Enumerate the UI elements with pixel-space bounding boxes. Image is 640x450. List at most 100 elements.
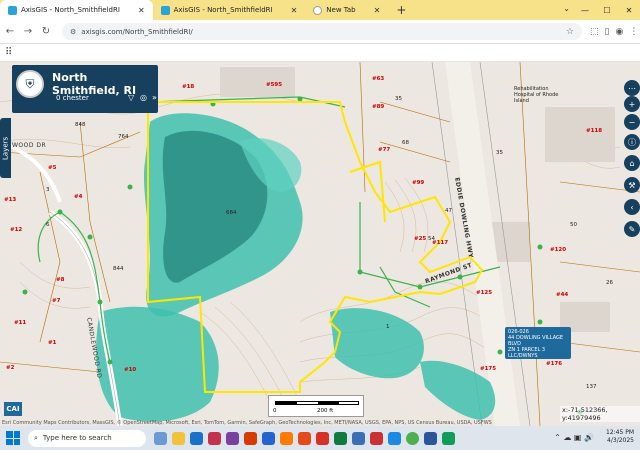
parcel-label: #12 [10,227,23,233]
browser-tab-3[interactable]: New Tab ✕ [305,0,388,20]
windows-start-icon[interactable] [6,431,20,445]
zoom-out-icon[interactable]: − [624,114,640,130]
app-icon[interactable] [388,431,401,445]
taskbar-search-placeholder: Type here to search [42,434,112,442]
tab-label: AxisGIS - North_SmithfieldRI [21,6,120,14]
zoom-in-icon[interactable]: + [624,96,640,112]
url-text: axisgis.com/North_SmithfieldRI/ [81,27,193,36]
app-icon[interactable] [316,431,329,445]
filter-icon[interactable]: ▽ [128,93,134,102]
apps-grid-icon[interactable]: ⠿ [5,47,12,58]
chrome-icon[interactable] [406,431,419,445]
parcel-label: #10 [124,367,137,373]
parcel-label: #89 [372,104,385,110]
home-icon[interactable]: ⌂ [624,155,640,171]
parcel-label: #11 [14,320,27,326]
windows-taskbar: ⌕ Type here to search ⌃ ☁ ▣ 🔊 12:45 PM 4… [0,426,640,450]
reload-icon[interactable]: ↻ [38,26,54,37]
scale-bar-graphic [275,401,359,405]
taskbar-apps [154,431,455,445]
excel-icon[interactable] [334,431,347,445]
scale-start-label: 0 [273,408,277,414]
axisgis-favicon-icon [8,5,17,15]
app-icon[interactable] [370,431,383,445]
map-canvas[interactable]: #595 #18 #63 #77 #89 #99 #117 #25 #125 #… [0,62,640,426]
parcel-number: 764 [118,134,129,140]
app-icon[interactable] [298,431,311,445]
maximize-icon[interactable]: ☐ [596,6,618,15]
parcel-number: 1 [386,324,390,330]
edge-icon[interactable] [190,431,203,445]
taskbar-search-input[interactable]: ⌕ Type here to search [28,429,146,447]
rehab-hospital-label: Rehabilitation Hospital of Rhode Island [514,86,559,104]
close-icon[interactable]: ✕ [291,6,298,15]
outlook-icon[interactable] [352,431,365,445]
extensions-icon[interactable]: ⬚ [590,27,599,37]
parcel-label: #125 [476,290,493,296]
wetland-areas [96,113,496,422]
app-icon[interactable] [280,431,293,445]
town-header-panel: ⛨ North Smithfield, RI 0 chester ▽ ◎ » [12,65,158,113]
parcel-number: 137 [586,384,597,390]
minimize-icon[interactable]: — [574,6,596,15]
window-controls: — ☐ ✕ [574,0,640,20]
back-icon[interactable]: ← [2,26,18,37]
measure-icon[interactable]: ✎ [624,221,640,237]
scale-end-label: 200 ft [317,408,334,414]
parcel-number: 35 [395,96,402,102]
parcel-number: 3 [46,187,50,193]
parcel-number: 35 [496,150,503,156]
share-icon[interactable]: ⋯ [624,80,640,96]
browser-tab-bar: AxisGIS - North_SmithfieldRI ✕ AxisGIS -… [0,0,640,20]
parcel-tooltip: 026-026 44 DOWLING VILLAGE BLVD ZN 1 PAR… [505,327,571,359]
collapse-icon[interactable]: ‹ [624,199,640,215]
site-info-icon[interactable]: ⚙ [70,28,76,36]
close-icon[interactable]: ✕ [138,6,145,15]
word-icon[interactable] [262,431,275,445]
app-icon[interactable] [424,431,437,445]
expand-chevron-icon[interactable]: » [152,93,157,102]
clock-time: 12:45 PM [606,429,634,436]
layers-tab[interactable]: Layers [0,118,11,178]
parcel-label: #99 [412,180,425,186]
info-icon[interactable]: ⓘ [624,134,640,150]
bookmarks-bar: ⠿ [0,44,640,62]
parcel-number: 26 [606,280,613,286]
app-icon[interactable] [442,431,455,445]
browser-toolbar: ⬚ ▯ ◉ ⋮ [590,27,638,37]
clear-search-icon[interactable]: ◎ [140,93,147,102]
system-tray-icons[interactable]: ⌃ ☁ ▣ 🔊 [554,433,594,442]
sidepanel-icon[interactable]: ▯ [605,27,610,37]
browser-tab-1[interactable]: AxisGIS - North_SmithfieldRI ✕ [0,0,153,20]
app-icon[interactable] [208,431,221,445]
parcel-label: #77 [378,147,391,153]
close-icon[interactable]: ✕ [374,6,381,15]
parcel-number: 844 [113,266,124,272]
new-tab-button[interactable]: + [388,3,414,17]
window-close-icon[interactable]: ✕ [618,6,640,15]
profile-icon[interactable]: ◉ [615,27,623,37]
parcel-label: #2 [6,365,15,371]
parcel-label: #44 [556,292,569,298]
system-clock[interactable]: 12:45 PM 4/3/2025 [606,429,634,445]
tooltip-line: 44 DOWLING VILLAGE BLVD [508,335,564,347]
url-field[interactable]: ⚙ axisgis.com/North_SmithfieldRI/ ☆ [62,23,582,40]
tab-label: AxisGIS - North_SmithfieldRI [173,6,273,14]
file-explorer-icon[interactable] [172,431,185,445]
task-view-icon[interactable] [154,431,167,445]
bookmark-star-icon[interactable]: ☆ [566,27,574,37]
axisgis-favicon-icon [160,5,170,15]
parcel-label: #1 [48,340,57,346]
menu-icon[interactable]: ⋮ [629,27,638,37]
chrome-favicon-icon [313,5,323,15]
browser-tab-2[interactable]: AxisGIS - North_SmithfieldRI ✕ [153,0,306,20]
tab-search-icon[interactable]: ⌄ [563,4,570,13]
parcel-number: 68 [402,140,409,146]
onenote-icon[interactable] [226,431,239,445]
powerpoint-icon[interactable] [244,431,257,445]
parcel-label: #25 [414,236,427,242]
search-input[interactable]: 0 chester [56,94,89,102]
parcel-label: #176 [546,361,563,367]
tools-icon[interactable]: ⚒ [624,177,640,193]
forward-icon[interactable]: → [20,26,36,37]
